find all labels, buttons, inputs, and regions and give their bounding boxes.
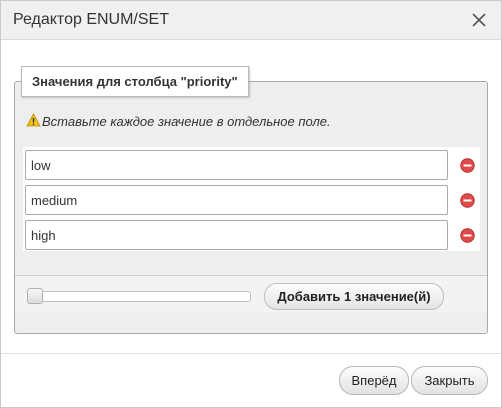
warning-icon — [26, 113, 42, 130]
value-count-slider[interactable] — [27, 291, 251, 302]
footer-divider — [1, 353, 501, 354]
remove-icon[interactable] — [460, 193, 475, 208]
enum-set-editor-dialog: Редактор ENUM/SET Значения для столбца "… — [0, 0, 502, 408]
instruction-text: Вставьте каждое значение в отдельное пол… — [42, 114, 331, 129]
close-icon[interactable] — [469, 10, 489, 30]
remove-icon[interactable] — [460, 158, 475, 173]
add-values-button[interactable]: Добавить 1 значение(й) — [264, 283, 444, 310]
instruction-message: Вставьте каждое значение в отдельное пол… — [26, 113, 331, 130]
close-button[interactable]: Закрыть — [411, 366, 488, 395]
fieldset-legend: Значения для столбца "priority" — [21, 66, 249, 97]
dialog-titlebar: Редактор ENUM/SET — [1, 1, 501, 40]
value-input-2[interactable] — [25, 185, 448, 215]
go-button[interactable]: Вперёд — [339, 366, 409, 395]
value-input-3[interactable] — [25, 220, 448, 250]
remove-icon[interactable] — [460, 228, 475, 243]
dialog-title: Редактор ENUM/SET — [13, 11, 169, 28]
value-input-1[interactable] — [25, 150, 448, 180]
slider-handle[interactable] — [27, 288, 43, 304]
